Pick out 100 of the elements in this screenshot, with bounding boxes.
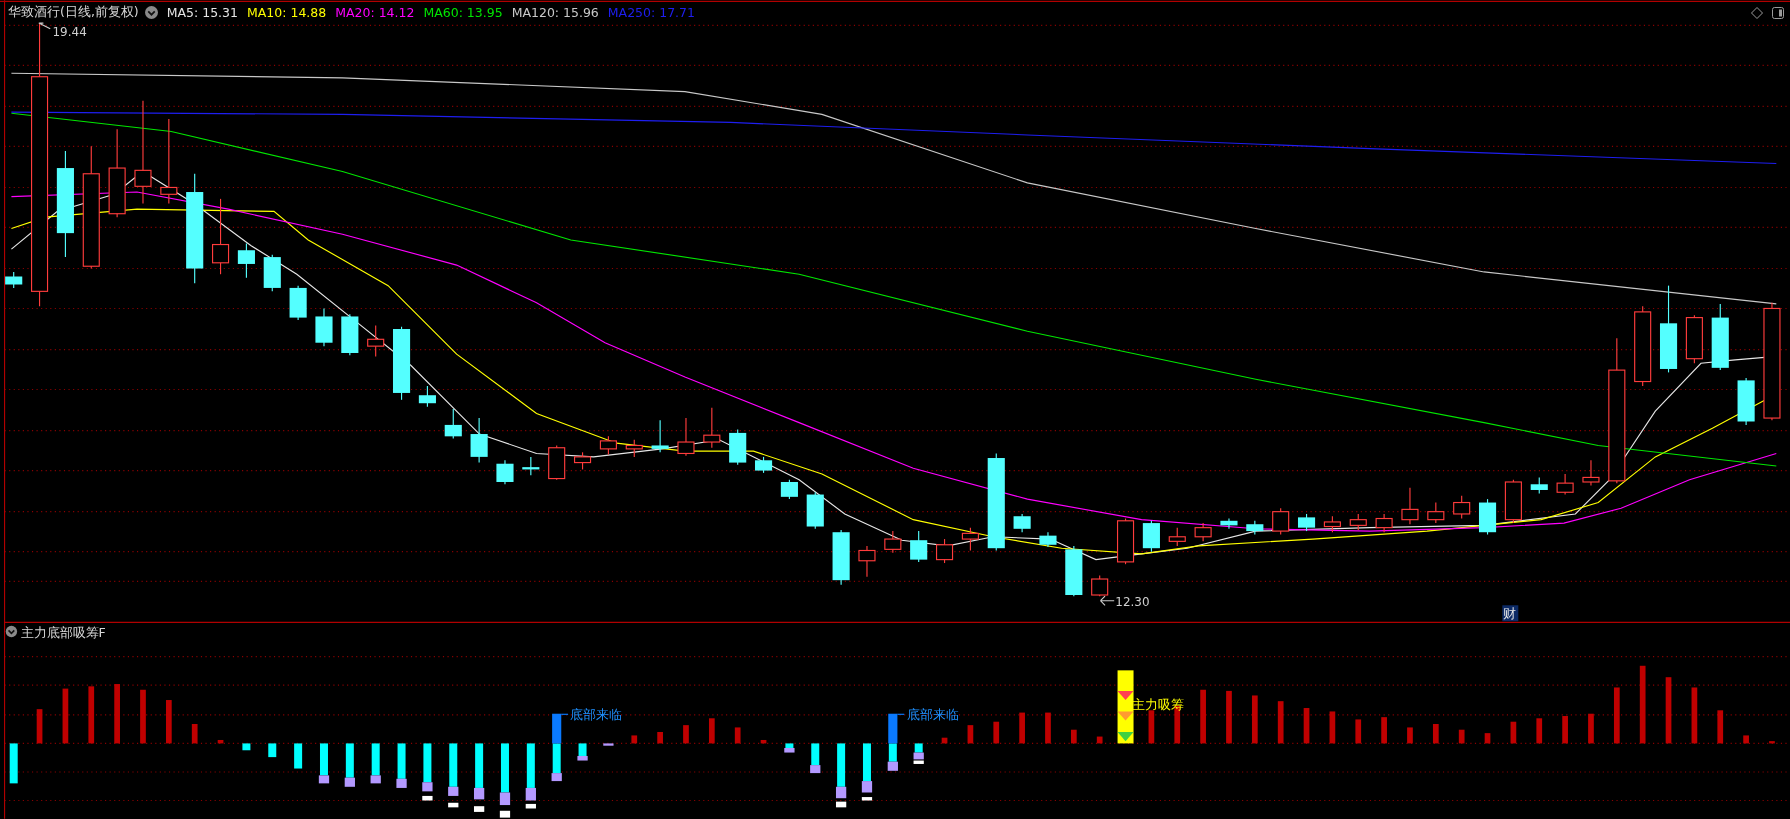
indicator-bar: [709, 718, 715, 744]
moving-average-value: MA120: 15.96: [511, 5, 599, 20]
candlestick: [341, 313, 359, 356]
indicator-bar: [631, 735, 638, 744]
indicator-block: [913, 760, 924, 764]
signal-label: 底部来临: [906, 707, 959, 723]
indicator-bar: [1070, 729, 1077, 744]
event-marker[interactable]: 财: [1503, 605, 1517, 621]
indicator-bar: [603, 743, 614, 746]
candlestick: [1246, 520, 1264, 536]
candlestick: [1453, 495, 1471, 520]
indicator-bar: [1277, 701, 1284, 744]
candlestick: [548, 444, 566, 481]
chevron-down-icon[interactable]: [144, 6, 158, 19]
indicator-bar: [1562, 716, 1568, 744]
event-marker-background: [1502, 605, 1519, 622]
indicator-bar: [1303, 708, 1310, 744]
candlestick: [1401, 487, 1419, 525]
indicator-title: 主力底部吸筹F: [20, 625, 106, 641]
indicator-bar: [474, 743, 485, 800]
indicator-bar: [1200, 689, 1206, 744]
candlestick: [703, 407, 721, 449]
indicator-bar: [1381, 717, 1387, 744]
indicator-bar: [734, 727, 741, 744]
indicator-bar: [1148, 710, 1155, 744]
candlestick: [910, 530, 928, 563]
indicator-block: [861, 797, 873, 801]
indicator-bar: [683, 725, 689, 744]
candlestick: [935, 538, 954, 564]
indicator-bar: [551, 743, 562, 782]
indicator-bar: [499, 743, 511, 806]
indicator-bar: [1045, 712, 1051, 744]
candlestick: [1737, 377, 1755, 426]
candlestick: [1091, 575, 1109, 597]
indicator-bar: [268, 743, 277, 758]
stock-title: 华致酒行(日线,前复权): [8, 4, 139, 21]
moving-average-value: MA5: 15.31: [166, 5, 238, 20]
indicator-bar: [993, 721, 1000, 744]
candlestick: [1685, 314, 1703, 364]
candlestick: [961, 527, 979, 552]
candlestick: [729, 428, 747, 466]
indicator-bar: [887, 743, 898, 771]
indicator-bar: [810, 743, 821, 774]
indicator-bar: [166, 700, 172, 744]
candlestick: [780, 479, 798, 500]
candlestick: [832, 529, 850, 586]
candlestick: [418, 385, 436, 408]
moving-average-value: MA20: 14.12: [335, 5, 415, 20]
moving-average-value: MA250: 17.71: [607, 5, 695, 20]
indicator-bar: [941, 737, 948, 744]
candlestick: [1194, 522, 1212, 542]
indicator-block: [499, 810, 511, 818]
indicator-bar: [760, 740, 767, 744]
indicator-bar: [1226, 690, 1232, 744]
candlestick: [1142, 520, 1160, 553]
indicator-block: [448, 802, 459, 808]
candlestick: [367, 325, 385, 357]
candlestick: [522, 456, 540, 476]
candlestick: [1349, 513, 1367, 531]
candlestick: [574, 451, 592, 470]
candlestick: [1065, 545, 1083, 597]
candlestick: [1298, 513, 1316, 532]
indicator-bar: [1717, 710, 1724, 744]
candlestick: [1272, 507, 1290, 536]
indicator-bar: [1691, 687, 1698, 744]
candlestick: [1013, 513, 1031, 533]
indicator-bar: [448, 743, 459, 796]
indicator-bar: [62, 688, 69, 744]
candlestick: [1168, 527, 1186, 547]
indicator-block: [474, 806, 485, 812]
indicator-bar: [396, 743, 407, 788]
indicator-bar: [525, 743, 536, 801]
indicator-bar: [1665, 677, 1672, 744]
candlestick: [806, 491, 824, 530]
candlestick: [289, 285, 307, 321]
panel-toggle-icon[interactable]: [1772, 6, 1784, 19]
candlestick: [1323, 515, 1341, 533]
candlestick: [1427, 501, 1445, 524]
candlestick: [858, 545, 876, 578]
chevron-down-icon[interactable]: [5, 625, 18, 638]
indicator-bar: [1458, 729, 1465, 744]
indicator-bar: [657, 732, 663, 744]
indicator-block: [836, 801, 847, 808]
indicator-bar: [9, 743, 18, 784]
candlestick: [1556, 473, 1574, 496]
indicator-bar: [318, 743, 330, 784]
indicator-bar: [1510, 721, 1517, 744]
indicator-block: [525, 803, 536, 809]
indicator-bar: [140, 689, 146, 744]
indicator-bar: [1355, 719, 1362, 744]
indicator-bar: [114, 684, 120, 744]
candlestick: [315, 307, 333, 347]
indicator-bar: [1536, 718, 1543, 744]
arrow-icon: [1099, 595, 1115, 606]
indicator-bar: [861, 743, 873, 793]
indicator-bar: [370, 743, 381, 784]
candlestick: [1375, 513, 1393, 533]
candlestick: [625, 439, 643, 458]
indicator-bar: [577, 743, 588, 761]
candlestick: [677, 417, 695, 457]
